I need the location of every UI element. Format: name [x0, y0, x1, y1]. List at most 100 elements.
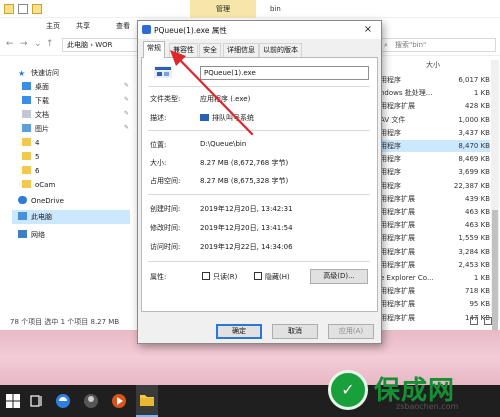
checkbox-box[interactable]	[254, 272, 262, 280]
modified-value: 2019年12月20日, 13:41:54	[200, 224, 293, 232]
up-icon[interactable]: ↑	[46, 39, 54, 49]
tab-general[interactable]: 常规	[143, 41, 165, 58]
nav-quick-access[interactable]: ★ 快速访问	[18, 66, 59, 80]
table-row[interactable]: 用程序扩展 1,559 KB	[380, 232, 490, 244]
readonly-checkbox[interactable]: 只读(R)	[202, 272, 237, 282]
table-row[interactable]: 用程序 3,699 KB	[380, 166, 490, 178]
nav-onedrive[interactable]: OneDrive	[18, 194, 64, 208]
file-size-cell: 8,469 KB	[458, 155, 490, 164]
table-row[interactable]: 用程序扩展 463 KB	[380, 206, 490, 218]
back-icon[interactable]: ←	[6, 39, 14, 49]
table-row[interactable]: e Explorer Co... 1 KB	[380, 272, 490, 284]
large-icons-view-icon[interactable]	[484, 317, 492, 325]
file-type-cell: 用程序扩展	[380, 234, 415, 243]
media-app-icon[interactable]	[110, 392, 128, 410]
created-label: 创建时间:	[150, 205, 181, 213]
pin-icon[interactable]: ✎	[124, 82, 129, 89]
file-type-cell: ndows 批处理...	[380, 89, 433, 98]
table-row[interactable]: 用程序 3,437 KB	[380, 127, 490, 139]
file-type-cell: 用程序扩展	[380, 194, 415, 203]
nav-folder-5[interactable]: 5	[22, 150, 39, 164]
ok-button[interactable]: 确定	[216, 324, 262, 339]
checkbox-icon[interactable]	[18, 4, 28, 14]
pin-icon[interactable]: ✎	[124, 96, 129, 103]
table-row[interactable]: 用程序扩展 3,284 KB	[380, 246, 490, 258]
tab-details[interactable]: 详细信息	[223, 43, 259, 57]
close-icon[interactable]: ×	[357, 22, 379, 38]
forward-icon[interactable]: →	[20, 39, 28, 49]
windows-start-icon[interactable]	[4, 392, 22, 410]
table-row[interactable]: ndows 批处理... 1 KB	[380, 87, 490, 99]
new-folder-icon[interactable]	[32, 4, 42, 14]
checkbox-box[interactable]	[202, 272, 210, 280]
search-input[interactable]: ⌕ 搜索"bin"	[380, 38, 496, 52]
file-type-cell: 用程序	[380, 142, 401, 150]
column-header: 大小	[380, 60, 500, 72]
nav-network[interactable]: 网络	[18, 228, 45, 242]
tab-manage[interactable]: 管理	[190, 0, 256, 18]
taskbar-explorer-active[interactable]	[136, 385, 158, 417]
nav-label: 下载	[35, 97, 49, 105]
apply-button[interactable]: 应用(A)	[328, 324, 374, 339]
divider	[148, 86, 370, 87]
file-name-field[interactable]: PQueue(1).exe	[200, 66, 369, 80]
document-icon	[22, 110, 31, 118]
tab-security[interactable]: 安全	[199, 43, 221, 57]
table-row[interactable]: 用程序 8,470 KB	[380, 140, 490, 152]
nav-folder-4[interactable]: 4	[22, 136, 39, 150]
created-value: 2019年12月20日, 13:42:31	[200, 205, 293, 213]
table-row[interactable]: 用程序扩展 2,453 KB	[380, 259, 490, 271]
hidden-checkbox[interactable]: 隐藏(H)	[254, 272, 290, 282]
nav-downloads[interactable]: 下载	[22, 94, 49, 108]
watermark-check-icon: ✓	[328, 370, 368, 410]
file-size-cell: 1 KB	[473, 89, 490, 98]
size-label: 大小:	[150, 159, 167, 167]
nav-ocam[interactable]: oCam	[22, 178, 55, 192]
table-row[interactable]: 用程序扩展 95 KB	[380, 298, 490, 310]
tab-compatibility[interactable]: 兼容性	[169, 43, 198, 57]
details-view-icon[interactable]	[470, 317, 478, 325]
table-row[interactable]: 用程序扩展 439 KB	[380, 193, 490, 205]
hidden-label: 隐藏(H)	[265, 273, 290, 281]
advanced-button[interactable]: 高级(D)...	[310, 269, 368, 284]
nav-folder-6[interactable]: 6	[22, 164, 39, 178]
app-icon	[142, 25, 151, 34]
file-size-cell: 463 KB	[465, 221, 490, 230]
vertical-scrollbar[interactable]	[491, 60, 499, 340]
pin-icon[interactable]: ✎	[124, 110, 129, 117]
table-row[interactable]: 用程序 6,017 KB	[380, 74, 490, 86]
modified-label: 修改时间:	[150, 224, 181, 232]
folder-icon[interactable]	[4, 4, 14, 14]
table-row[interactable]: 用程序扩展 718 KB	[380, 285, 490, 297]
tab-view[interactable]: 查看	[116, 21, 130, 31]
folder-icon	[22, 166, 31, 174]
task-view-icon[interactable]	[28, 392, 46, 410]
tab-previous-versions[interactable]: 以前的版本	[259, 43, 302, 57]
table-row[interactable]: 用程序 8,469 KB	[380, 153, 490, 165]
column-size[interactable]: 大小	[426, 60, 440, 70]
tab-share[interactable]: 共享	[76, 21, 90, 31]
address-field[interactable]: 此电脑 › WOR	[62, 38, 142, 52]
nav-pictures[interactable]: 图片	[22, 122, 49, 136]
table-row[interactable]: 用程序扩展 428 KB	[380, 100, 490, 112]
nav-this-pc[interactable]: 此电脑	[12, 210, 130, 224]
location-label: 位置:	[150, 141, 167, 149]
nav-documents[interactable]: 文档	[22, 108, 49, 122]
chevron-down-icon[interactable]: ⌄	[34, 39, 42, 49]
pin-icon[interactable]: ✎	[124, 124, 129, 131]
file-size-cell: 95 KB	[469, 300, 490, 309]
explorer-titlebar: 管理 bin	[0, 0, 500, 18]
table-row[interactable]: 用程序扩展 463 KB	[380, 219, 490, 231]
nav-desktop[interactable]: 桌面	[22, 80, 49, 94]
edge-icon[interactable]	[54, 392, 72, 410]
file-type-cell: e Explorer Co...	[380, 274, 434, 282]
file-size-cell: 1,000 KB	[458, 115, 490, 124]
table-row[interactable]: AV 文件 1,000 KB	[380, 114, 490, 126]
table-row[interactable]: 用程序 22,387 KB	[380, 180, 490, 192]
properties-dialog: PQueue(1).exe 属性 × 常规 兼容性 安全 详细信息 以前的版本 …	[137, 20, 382, 344]
app-icon[interactable]	[82, 392, 100, 410]
cancel-button[interactable]: 取消	[272, 324, 318, 339]
file-size-cell: 6,017 KB	[458, 76, 490, 84]
tab-home[interactable]: 主页	[46, 21, 60, 31]
file-type-cell: 用程序	[380, 128, 401, 137]
